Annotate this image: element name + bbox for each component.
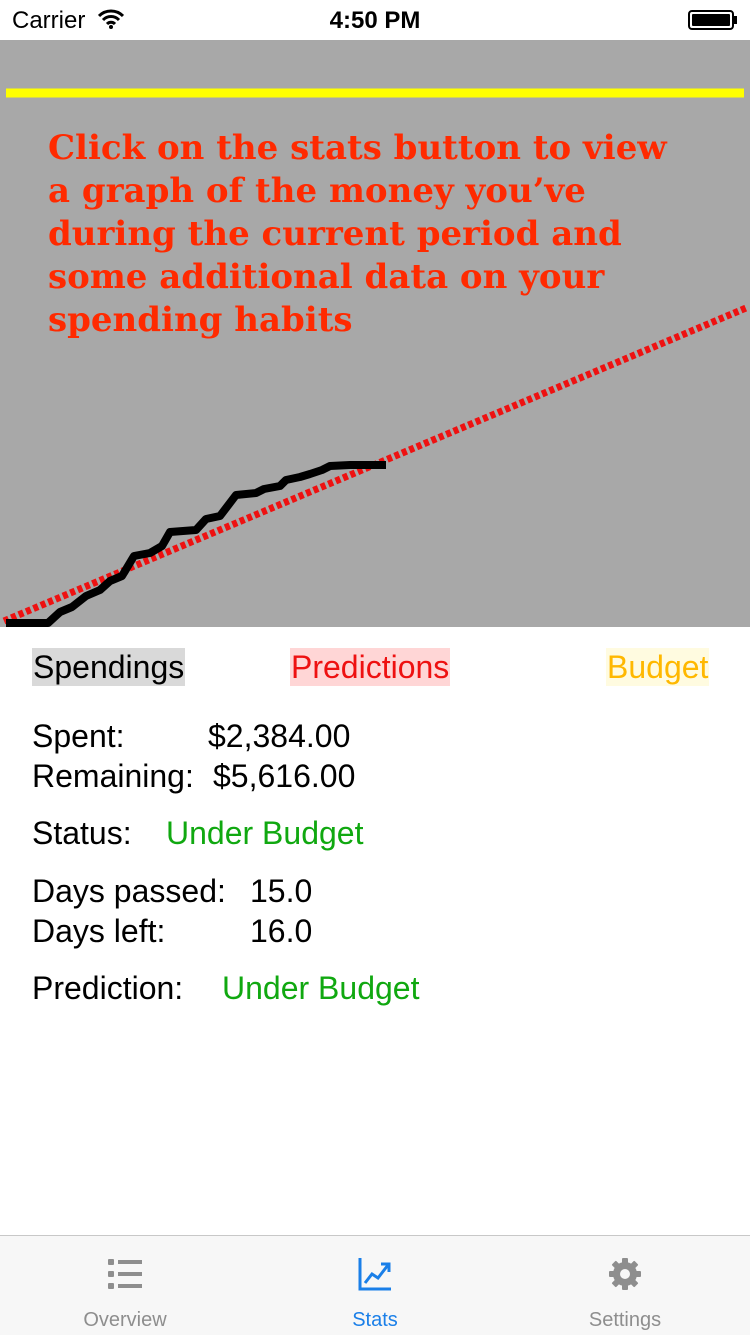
gear-icon (609, 1258, 641, 1290)
spendings-line (6, 461, 386, 627)
status-label: Status: (32, 815, 132, 851)
clock: 4:50 PM (329, 7, 421, 34)
list-icon (108, 1259, 142, 1289)
chart-icon (358, 1258, 391, 1291)
spent-row: Spent: (32, 716, 125, 756)
status-bar: Carrier 4:50 PM (0, 0, 750, 40)
days-passed-value: 15.0 (250, 873, 313, 909)
remaining-value: $5,616.00 (213, 758, 356, 794)
spending-graph: Click on the stats button to view a grap… (0, 40, 750, 627)
remaining-label: Remaining: (32, 758, 194, 794)
prediction-value: Under Budget (222, 970, 420, 1006)
spent-value: $2,384.00 (208, 718, 351, 754)
tab-overview[interactable]: Overview (0, 1236, 250, 1335)
stats-tip-text: Click on the stats button to view a grap… (48, 128, 667, 340)
tab-settings-label: Settings (588, 1309, 662, 1331)
prediction-label: Prediction: (32, 970, 184, 1006)
days-left-value: 16.0 (250, 913, 313, 949)
tab-overview-label: Overview (83, 1309, 167, 1331)
status-value: Under Budget (166, 815, 364, 851)
days-passed-label: Days passed: (32, 873, 226, 909)
legend-predictions: Predictions (290, 648, 451, 686)
days-left-label: Days left: (32, 913, 166, 949)
tab-settings[interactable]: Settings (500, 1236, 750, 1335)
legend-spendings: Spendings (32, 648, 186, 686)
remaining-row: Remaining: (32, 756, 194, 796)
legend-budget: Budget (606, 648, 710, 686)
spent-label: Spent: (32, 718, 125, 754)
tab-stats[interactable]: Stats (250, 1236, 500, 1335)
tab-stats-label: Stats (352, 1309, 398, 1331)
battery-icon (688, 10, 737, 30)
tab-bar: Overview Stats Settings (0, 1235, 750, 1335)
